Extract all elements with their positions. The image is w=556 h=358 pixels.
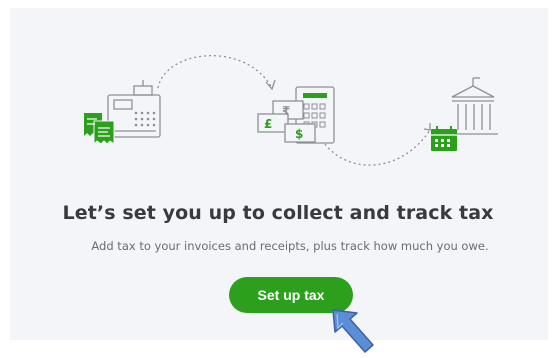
tax-illustration: ₹ £ $ [84, 55, 498, 166]
cash-register-icon [107, 80, 161, 138]
dollar-symbol: $ [295, 127, 303, 141]
receipt-icon [84, 113, 115, 146]
rupee-symbol: ₹ [282, 104, 290, 118]
bank-icon [448, 77, 498, 135]
page-subtitle: Add tax to your invoices and receipts, p… [91, 239, 489, 253]
pointer-arrow-icon [332, 309, 374, 353]
page-title: Let’s set you up to collect and track ta… [62, 202, 494, 224]
pound-symbol: £ [264, 117, 272, 131]
calendar-icon [431, 126, 457, 151]
